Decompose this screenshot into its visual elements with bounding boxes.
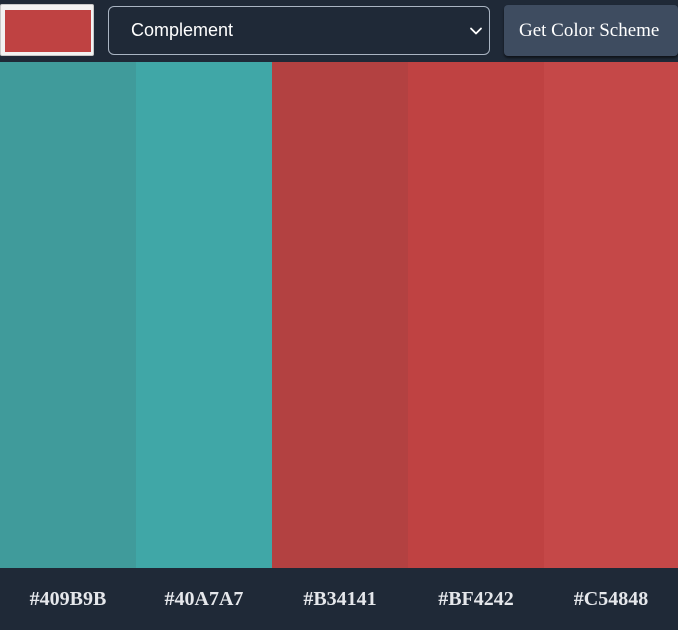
color-columns bbox=[0, 62, 678, 568]
get-color-scheme-button[interactable]: Get Color Scheme bbox=[504, 5, 678, 56]
scheme-mode-select[interactable]: Complement bbox=[108, 6, 490, 55]
hex-labels: #409B9B #40A7A7 #B34141 #BF4242 #C54848 bbox=[0, 568, 678, 628]
toolbar: Complement Get Color Scheme bbox=[0, 0, 678, 62]
hex-label-4[interactable]: #BF4242 bbox=[408, 568, 544, 628]
hex-label-1[interactable]: #409B9B bbox=[0, 568, 136, 628]
scheme-mode-value: Complement bbox=[131, 20, 234, 40]
hex-label-3[interactable]: #B34141 bbox=[272, 568, 408, 628]
hex-label-5[interactable]: #C54848 bbox=[544, 568, 678, 628]
seed-color-swatch bbox=[5, 10, 91, 52]
color-column-5[interactable] bbox=[544, 62, 678, 568]
color-column-4[interactable] bbox=[408, 62, 544, 568]
chevron-down-icon bbox=[470, 27, 482, 35]
color-column-3[interactable] bbox=[272, 62, 408, 568]
seed-color-picker[interactable] bbox=[0, 4, 94, 56]
hex-label-2[interactable]: #40A7A7 bbox=[136, 568, 272, 628]
color-column-2[interactable] bbox=[136, 62, 272, 568]
color-column-1[interactable] bbox=[0, 62, 136, 568]
